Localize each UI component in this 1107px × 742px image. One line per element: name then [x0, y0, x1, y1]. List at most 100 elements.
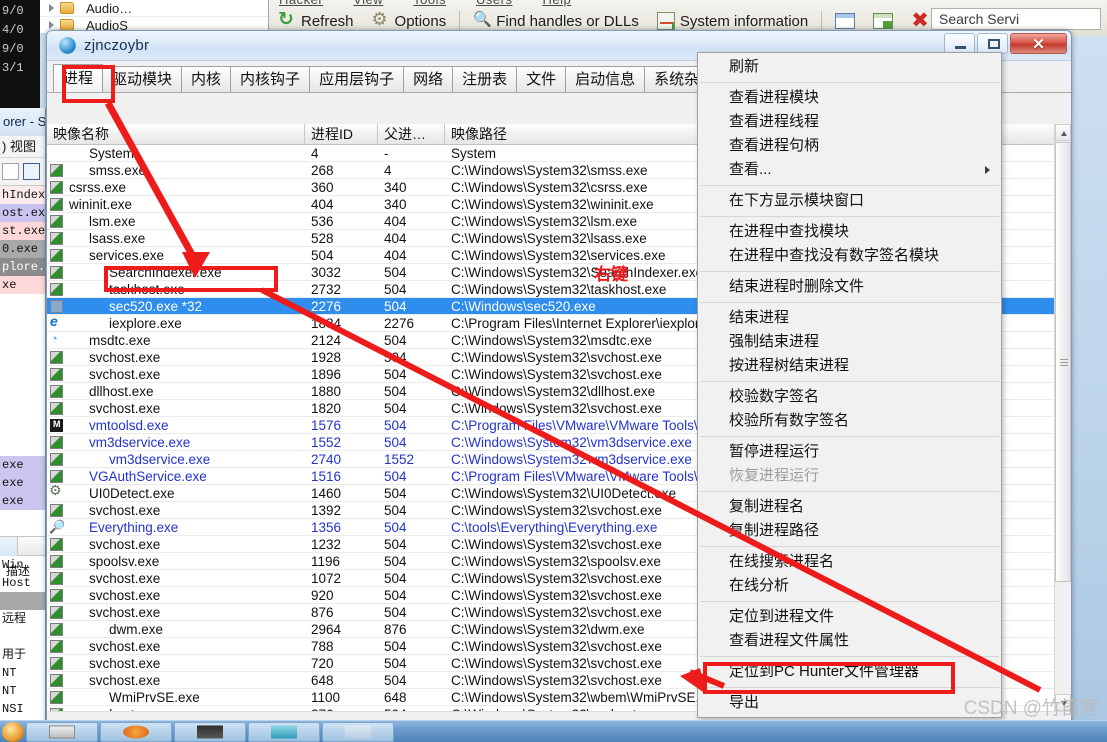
- list-item[interactable]: [0, 384, 45, 402]
- process-name-label: vmtoolsd.exe: [89, 417, 169, 433]
- menu-item-0[interactable]: 刷新: [698, 55, 1001, 79]
- cell-process-name: UI0Detect.exe: [47, 485, 305, 501]
- menu-item-24[interactable]: 复制进程名: [698, 495, 1001, 519]
- list-item[interactable]: exe: [0, 492, 45, 510]
- taskbar-item[interactable]: [26, 722, 98, 742]
- list-item[interactable]: [0, 366, 45, 384]
- list-item[interactable]: [0, 330, 45, 348]
- vertical-scrollbar[interactable]: [1054, 124, 1071, 711]
- cell-ppid: 504: [378, 298, 445, 314]
- list-item[interactable]: [0, 438, 45, 456]
- list-item[interactable]: hIndexe: [0, 186, 45, 204]
- menu-item-27[interactable]: 在线搜索进程名: [698, 550, 1001, 574]
- search-input[interactable]: Search Servi: [931, 8, 1101, 30]
- list-item[interactable]: ost.exe: [0, 204, 45, 222]
- list-item[interactable]: [0, 592, 45, 610]
- menu-item-16[interactable]: 按进程树结束进程: [698, 354, 1001, 378]
- menu-item-10[interactable]: 在进程中查找没有数字签名模块: [698, 244, 1001, 268]
- process-explorer-desc-list[interactable]: Win Host 远程 用于 NT NT NSI Mic Mic Mic Win…: [0, 556, 45, 738]
- expand-triangle-icon[interactable]: [49, 21, 54, 29]
- list-item[interactable]: [0, 348, 45, 366]
- menu-item-12[interactable]: 结束进程时删除文件: [698, 275, 1001, 299]
- list-item[interactable]: exe: [0, 456, 45, 474]
- menu-item-30[interactable]: 定位到进程文件: [698, 605, 1001, 629]
- menu-item-5[interactable]: 查看...: [698, 158, 1001, 182]
- menu-item-31[interactable]: 查看进程文件属性: [698, 629, 1001, 653]
- menu-item-label: 在进程中查找没有数字签名模块: [729, 247, 939, 264]
- tab-3[interactable]: 内核钩子: [230, 66, 310, 92]
- list-item[interactable]: st.exe: [0, 222, 45, 240]
- tab-5[interactable]: 网络: [403, 66, 453, 92]
- cell-ppid: 404: [378, 247, 445, 263]
- cell-process-name: dllhost.exe: [47, 383, 305, 399]
- scrollbar-thumb[interactable]: [1055, 142, 1071, 582]
- menu-item-25[interactable]: 复制进程路径: [698, 519, 1001, 543]
- tab-7[interactable]: 文件: [516, 66, 566, 92]
- app-icon: [50, 181, 63, 194]
- properties-icon[interactable]: [23, 163, 40, 180]
- list-item[interactable]: NSI: [0, 700, 45, 718]
- menu-item-19[interactable]: 校验所有数字签名: [698, 409, 1001, 433]
- cell-process-name: System: [47, 145, 305, 161]
- app-icon: [50, 538, 63, 551]
- list-item[interactable]: [0, 312, 45, 330]
- list-item[interactable]: exe: [0, 474, 45, 492]
- expand-triangle-icon[interactable]: [49, 4, 54, 12]
- list-item[interactable]: [0, 420, 45, 438]
- tab-1[interactable]: 驱动模块: [102, 66, 182, 92]
- maximize-button[interactable]: [977, 33, 1008, 54]
- list-item[interactable]: [0, 628, 45, 646]
- process-name-label: System: [89, 145, 134, 161]
- menu-item-33[interactable]: 定位到PC Hunter文件管理器: [698, 660, 1001, 684]
- list-item[interactable]: Host: [0, 574, 45, 592]
- column-header-ppid[interactable]: 父进…: [378, 124, 445, 144]
- process-name-label: svchost.exe: [89, 366, 160, 382]
- tab-0[interactable]: 进程: [53, 64, 103, 92]
- tree-item[interactable]: Audio…: [40, 0, 269, 17]
- menu-item-2[interactable]: 查看进程模块: [698, 86, 1001, 110]
- list-item[interactable]: 用于: [0, 646, 45, 664]
- close-button[interactable]: ✕: [1010, 33, 1067, 54]
- process-explorer-menubar[interactable]: ) 视图: [0, 136, 45, 158]
- list-item[interactable]: NT: [0, 682, 45, 700]
- save-icon[interactable]: [2, 163, 19, 180]
- menu-item-4[interactable]: 查看进程句柄: [698, 134, 1001, 158]
- column-header-pid[interactable]: 进程ID: [305, 124, 378, 144]
- list-item[interactable]: NT: [0, 664, 45, 682]
- cell-pid: 2740: [305, 451, 378, 467]
- list-item[interactable]: 0.exe: [0, 240, 45, 258]
- process-explorer-column-header[interactable]: 描述: [0, 536, 45, 556]
- list-item[interactable]: Win: [0, 556, 45, 574]
- tab-2[interactable]: 内核: [181, 66, 231, 92]
- list-item[interactable]: [0, 294, 45, 312]
- menu-item-35[interactable]: 导出: [698, 691, 1001, 715]
- taskbar-item[interactable]: [248, 722, 320, 742]
- menu-item-14[interactable]: 结束进程: [698, 306, 1001, 330]
- menu-item-7[interactable]: 在下方显示模块窗口: [698, 189, 1001, 213]
- tab-label: 应用层钩子: [319, 71, 394, 88]
- menu-item-9[interactable]: 在进程中查找模块: [698, 220, 1001, 244]
- list-item[interactable]: [0, 402, 45, 420]
- menu-item-18[interactable]: 校验数字签名: [698, 385, 1001, 409]
- menu-item-28[interactable]: 在线分析: [698, 574, 1001, 598]
- tab-6[interactable]: 注册表: [452, 66, 517, 92]
- start-orb-icon[interactable]: [2, 722, 24, 742]
- tab-4[interactable]: 应用层钩子: [309, 66, 404, 92]
- process-explorer-list[interactable]: hIndexe ost.exe st.exe 0.exe plore.e xe …: [0, 186, 45, 510]
- list-item[interactable]: xe: [0, 276, 45, 294]
- minimize-button[interactable]: [944, 33, 975, 54]
- menu-item-3[interactable]: 查看进程线程: [698, 110, 1001, 134]
- cell-pid: 1820: [305, 400, 378, 416]
- process-name-label: svchost.exe: [89, 638, 160, 654]
- column-header-name[interactable]: 映像名称: [47, 124, 305, 144]
- taskbar-item[interactable]: [322, 722, 394, 742]
- scroll-up-button[interactable]: [1055, 124, 1071, 141]
- taskbar-item[interactable]: [174, 722, 246, 742]
- cell-process-name: msdtc.exe: [47, 332, 305, 348]
- tab-8[interactable]: 启动信息: [565, 66, 645, 92]
- menu-item-21[interactable]: 暂停进程运行: [698, 440, 1001, 464]
- list-item[interactable]: 远程: [0, 610, 45, 628]
- list-item[interactable]: plore.e: [0, 258, 45, 276]
- menu-item-15[interactable]: 强制结束进程: [698, 330, 1001, 354]
- taskbar-item[interactable]: [100, 722, 172, 742]
